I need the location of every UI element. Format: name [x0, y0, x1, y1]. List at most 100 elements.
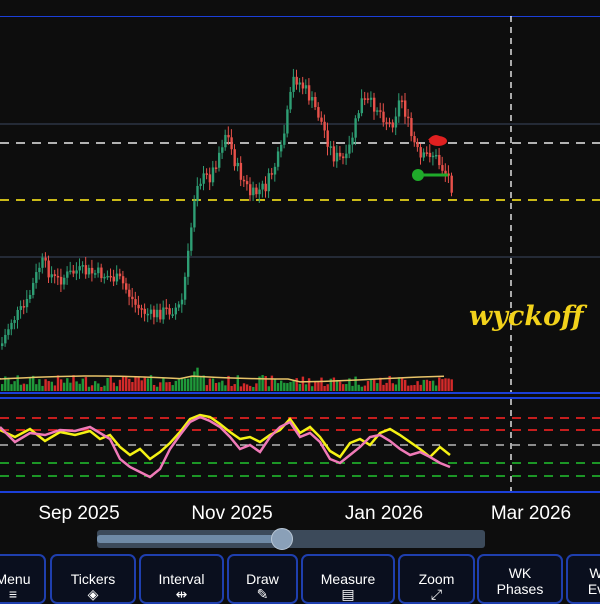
candle-body: [94, 273, 97, 275]
volume-bar: [100, 386, 103, 391]
volume-bar: [273, 378, 277, 391]
candle-body: [342, 156, 345, 159]
volume-bar: [177, 378, 181, 391]
volume-bar: [121, 376, 125, 391]
candle-body: [47, 260, 50, 278]
oscillator-pane[interactable]: [0, 397, 600, 493]
tickers-button[interactable]: Tickers ◈: [50, 554, 136, 604]
volume-bar: [7, 377, 10, 391]
candle-body: [128, 289, 131, 297]
volume-bar: [345, 384, 348, 391]
x-axis: Sep 2025 Nov 2025 Jan 2026 Mar 2026: [0, 495, 600, 529]
scrollbar-handle[interactable]: [271, 528, 293, 550]
volume-bar: [134, 376, 137, 391]
candle-body: [214, 167, 218, 169]
candle-body: [317, 107, 320, 118]
candle-body: [69, 270, 72, 273]
candle-body: [125, 283, 128, 290]
candle-body: [87, 267, 91, 275]
candle-body: [193, 201, 196, 228]
candle-body: [196, 185, 199, 202]
volume-bar: [447, 378, 450, 391]
volume-bar: [187, 378, 190, 391]
candle-body: [335, 152, 339, 162]
volume-bar: [162, 378, 165, 391]
menu-button[interactable]: Menu ≡: [0, 554, 46, 604]
candle-body: [59, 276, 63, 285]
candle-body: [1, 343, 4, 346]
phases-label: Phases: [496, 581, 544, 597]
volume-bar: [354, 376, 357, 391]
candle-body: [75, 270, 78, 274]
measure-button[interactable]: Measure ▤: [301, 554, 395, 604]
volume-bar: [422, 379, 425, 391]
volume-bar: [109, 375, 112, 391]
zoom-button[interactable]: Zoom ⤢: [398, 554, 475, 604]
ruler-icon: ▤: [341, 586, 355, 602]
watermark-text: wyckoff: [469, 301, 584, 332]
volume-bar: [391, 383, 394, 391]
volume-bar: [199, 376, 202, 391]
candle-body: [264, 183, 267, 192]
volume-bar: [214, 382, 218, 391]
candle-body: [301, 82, 305, 89]
candle-body: [435, 154, 438, 157]
menu-icon: ≡: [8, 586, 18, 602]
candle-body: [438, 154, 441, 166]
volume-bar: [438, 377, 441, 391]
candle-body: [357, 113, 360, 119]
menu-label: Menu: [0, 571, 31, 587]
interval-button[interactable]: Interval ⇹: [139, 554, 224, 604]
volume-bar: [159, 382, 162, 391]
volume-bar: [444, 378, 447, 391]
candle-body: [22, 306, 26, 308]
candle-body: [177, 304, 181, 308]
volume-bar: [202, 375, 205, 391]
candle-body: [407, 116, 410, 119]
price-chart-pane[interactable]: wyckoff: [0, 16, 600, 394]
candle-body: [165, 307, 168, 310]
candle-body: [131, 296, 134, 300]
candle-body: [298, 82, 301, 85]
volume-bar: [193, 371, 196, 391]
candle-body: [115, 273, 119, 282]
volume-bar: [270, 375, 274, 391]
volume-bar: [311, 386, 314, 391]
draw-button[interactable]: Draw ✎: [227, 554, 298, 604]
volume-bar: [419, 384, 422, 391]
candle-body: [276, 151, 280, 167]
volume-bar: [50, 381, 53, 391]
draw-label: Draw: [246, 571, 279, 587]
volume-bar: [394, 384, 398, 391]
volume-bar: [407, 385, 410, 391]
volume-bar: [140, 380, 143, 391]
candle-body: [239, 162, 243, 180]
volume-bar: [230, 385, 233, 391]
volume-bar: [22, 383, 26, 391]
candle-body: [295, 76, 298, 85]
candle-body: [190, 227, 193, 251]
candle-body: [233, 149, 236, 167]
wk-events-button[interactable]: W Ev: [566, 554, 600, 604]
candle-body: [382, 111, 385, 123]
volume-bar: [180, 377, 184, 391]
volume-bar: [261, 375, 264, 391]
layers-icon: ◈: [87, 586, 99, 602]
price-chart[interactable]: [0, 16, 600, 394]
wk-events-label-2: Ev: [587, 581, 600, 597]
candle-body: [413, 136, 416, 143]
volume-bar: [97, 383, 100, 391]
volume-bar: [373, 379, 376, 391]
candle-body: [242, 179, 246, 182]
candle-body: [112, 276, 115, 282]
volume-bar: [276, 383, 280, 391]
volume-bar: [19, 384, 22, 391]
wk-phases-button[interactable]: WK Phases: [477, 554, 563, 604]
zoom-label: Zoom: [418, 571, 455, 587]
oscillator-chart[interactable]: [0, 397, 600, 493]
volume-bar: [174, 380, 177, 391]
candle-body: [416, 142, 419, 148]
candle-body: [385, 122, 388, 124]
candle-body: [41, 257, 44, 268]
volume-bar: [385, 382, 388, 391]
